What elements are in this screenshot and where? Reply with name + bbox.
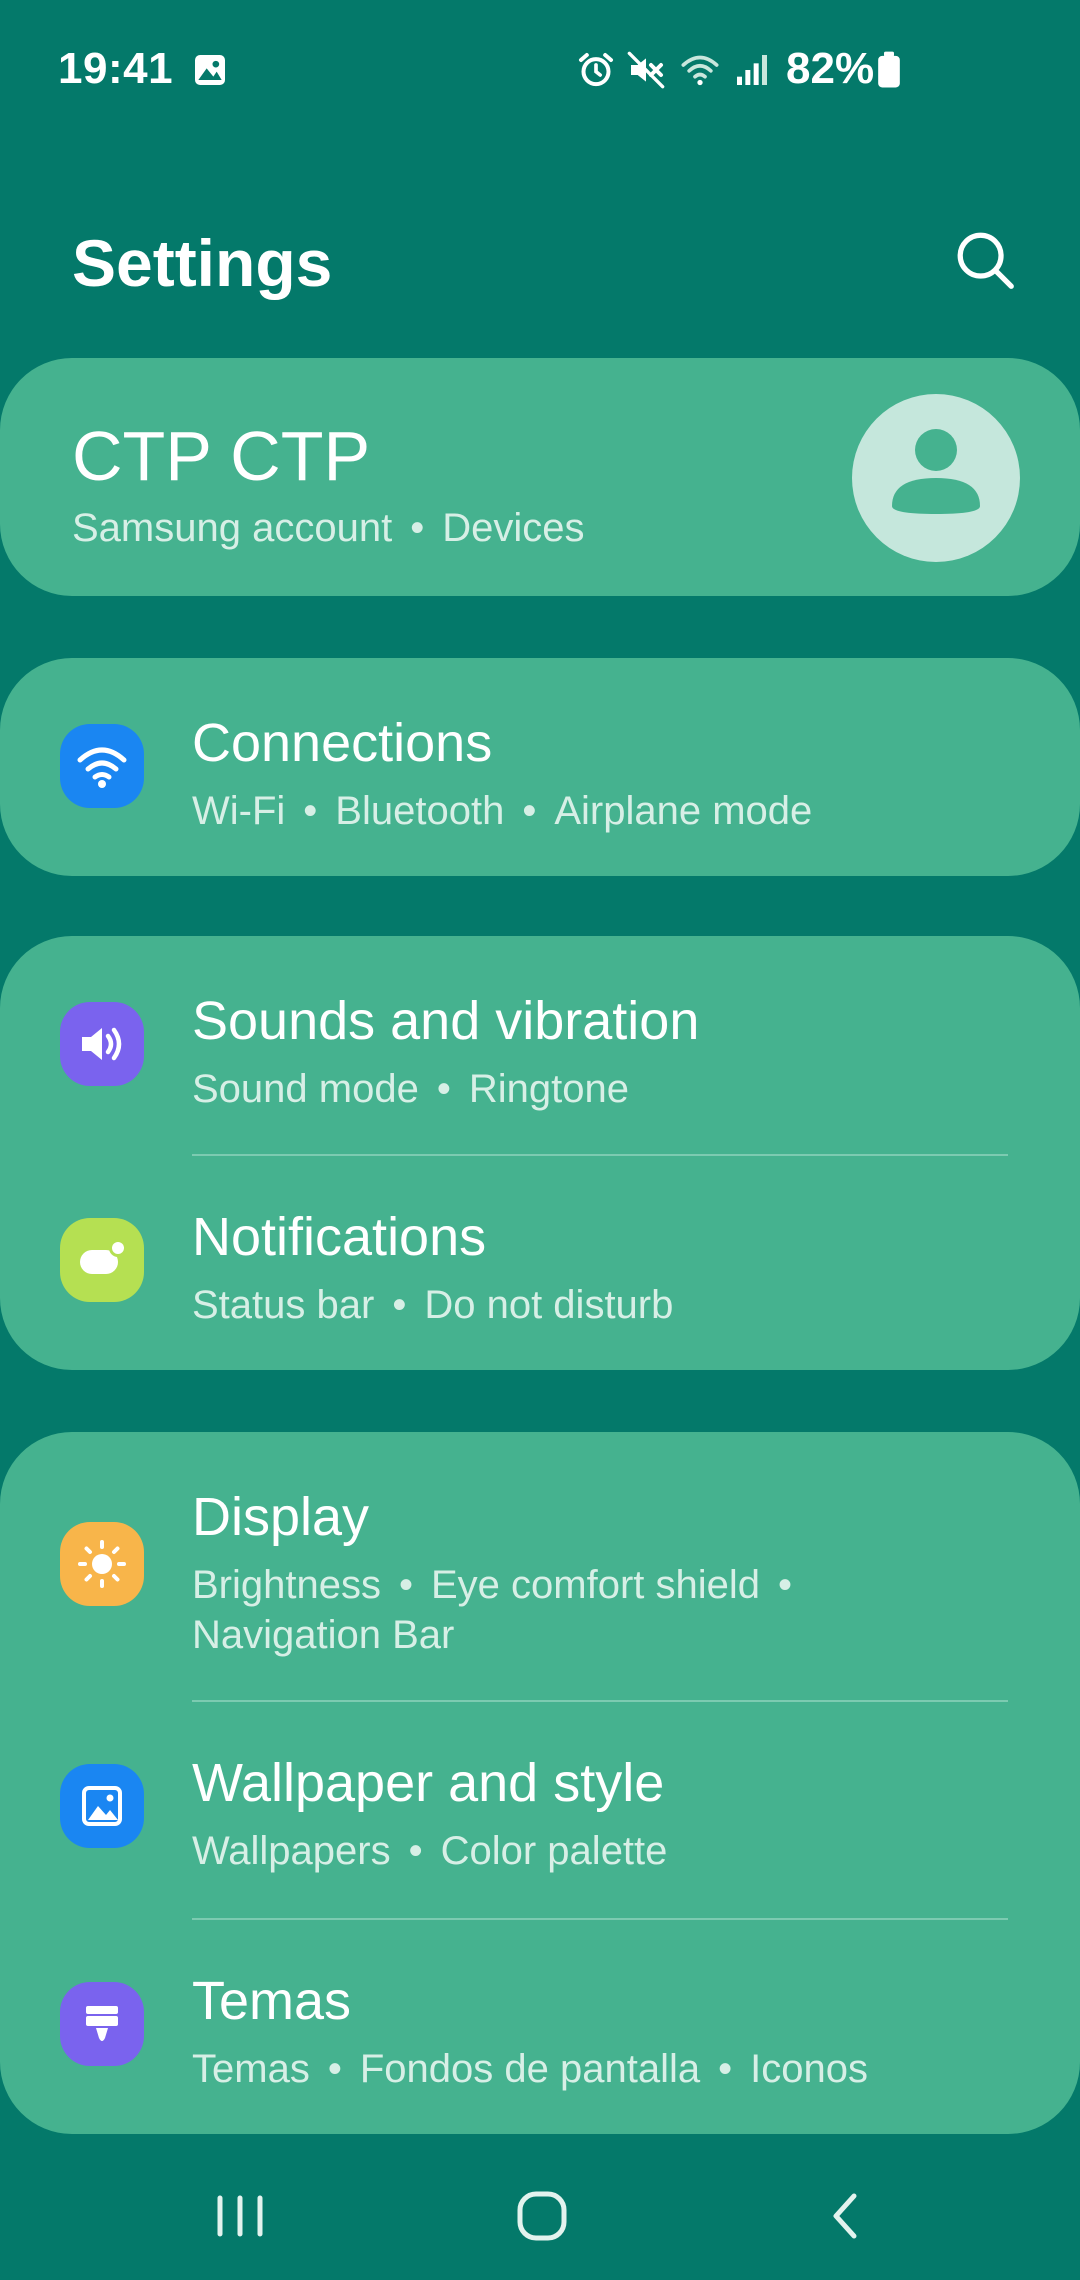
- page-title: Settings: [72, 226, 333, 300]
- settings-item-notifications[interactable]: Notifications Status bar • Do not disturb: [0, 1156, 1080, 1370]
- connections-title: Connections: [192, 713, 493, 773]
- image-icon: [195, 55, 225, 85]
- connections-subtitle: Wi-Fi • Bluetooth • Airplane mode: [192, 789, 813, 833]
- temas-title: Temas: [192, 1971, 352, 2031]
- user-icon: [892, 429, 980, 514]
- account-name: CTP CTP: [72, 417, 371, 495]
- wifi-icon: [77, 747, 127, 788]
- settings-item-display[interactable]: Display Brightness • Eye comfort shield • Na…: [0, 1432, 1080, 1700]
- wallpaper-title: Wallpaper and style: [192, 1753, 665, 1813]
- account-link-devices: Devices: [442, 506, 585, 550]
- back-icon[interactable]: [806, 2176, 886, 2256]
- recents-icon[interactable]: [200, 2176, 280, 2256]
- sounds-subtitle: Sound mode • Ringtone: [192, 1067, 629, 1111]
- home-icon[interactable]: [502, 2176, 582, 2256]
- brush-icon: [86, 2006, 118, 2041]
- mute-icon: [627, 51, 665, 89]
- avatar[interactable]: [852, 394, 1020, 562]
- temas-subtitle: Temas • Fondos de pantalla • Iconos: [192, 2047, 868, 2091]
- notifications-title: Notifications: [192, 1207, 487, 1267]
- display-card: Display Brightness • Eye comfort shield • Na…: [0, 1432, 1080, 2134]
- display-subtitle: Brightness • Eye comfort shield • Navigation…: [192, 1563, 793, 1657]
- search-icon[interactable]: [950, 225, 1020, 295]
- notifications-subtitle: Status bar • Do not disturb: [192, 1283, 674, 1327]
- sounds-icon-tile: [60, 1002, 144, 1086]
- status-time: 19:41: [58, 44, 174, 93]
- notifications-icon-tile: [60, 1218, 144, 1302]
- navigation-bar: [0, 2150, 1080, 2280]
- wallpaper-subtitle: Wallpapers • Color palette: [192, 1829, 668, 1873]
- sound-notifications-card: Sounds and vibration Sound mode • Ringtone…: [0, 936, 1080, 1370]
- connections-icon-tile: [60, 724, 144, 808]
- account-card[interactable]: CTP CTP Samsung account • Devices: [0, 358, 1080, 596]
- battery-icon: [878, 51, 900, 88]
- settings-item-wallpaper[interactable]: Wallpaper and style Wallpapers • Color pal…: [0, 1702, 1080, 1918]
- settings-item-connections[interactable]: Connections Wi-Fi • Bluetooth • Airplane mod…: [0, 658, 1080, 876]
- display-title: Display: [192, 1487, 370, 1547]
- wifi-icon: [681, 55, 719, 86]
- speaker-icon: [82, 1027, 122, 1061]
- wallpaper-icon-tile: [60, 1764, 144, 1848]
- status-bar: 19:41 82%: [0, 0, 1080, 140]
- settings-item-temas[interactable]: Temas Temas • Fondos de pantalla • Iconos: [0, 1920, 1080, 2134]
- settings-item-sounds[interactable]: Sounds and vibration Sound mode • Ringtone: [0, 936, 1080, 1154]
- battery-percentage: 82%: [786, 44, 875, 93]
- alarm-icon: [579, 53, 613, 87]
- notification-icon: [80, 1239, 127, 1274]
- sounds-title: Sounds and vibration: [192, 991, 700, 1051]
- temas-icon-tile: [60, 1982, 144, 2066]
- account-subtitle: Samsung account • Devices: [72, 506, 585, 550]
- display-icon-tile: [60, 1522, 144, 1606]
- connections-card: Connections Wi-Fi • Bluetooth • Airplane mod…: [0, 658, 1080, 876]
- image-icon: [82, 1786, 122, 1826]
- signal-icon: [737, 55, 767, 85]
- account-link-samsung: Samsung account: [72, 506, 393, 550]
- sun-icon: [78, 1540, 126, 1588]
